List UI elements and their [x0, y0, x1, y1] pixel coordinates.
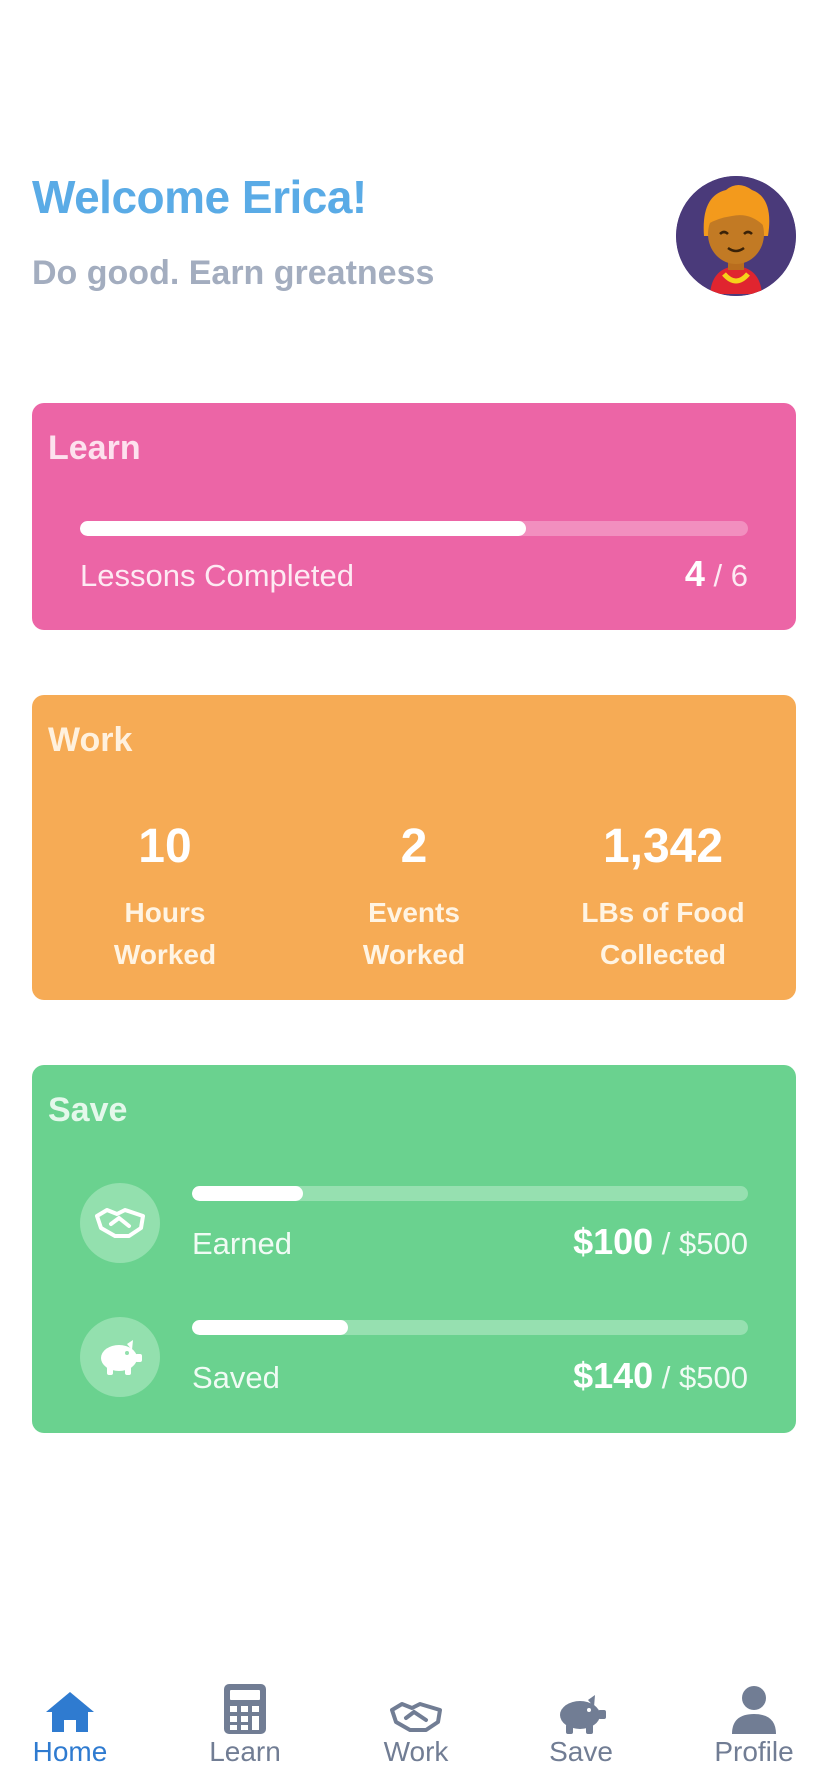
- stat-value: 10: [138, 820, 192, 873]
- saved-progress-bar: [192, 1320, 748, 1335]
- tab-bar: Home Learn Work Save Profile: [0, 1668, 828, 1792]
- lessons-count: 4 / 6: [685, 553, 748, 595]
- handshake-icon: [80, 1183, 160, 1263]
- tab-work[interactable]: Work: [346, 1678, 486, 1768]
- work-card[interactable]: Work 10 Hours Worked 2 Events Worked 1,342…: [32, 695, 796, 1000]
- work-card-title: Work: [48, 721, 133, 759]
- earned-goal: / $500: [661, 1226, 748, 1261]
- stat-label-line1: Hours: [124, 897, 206, 928]
- earned-row: Earned $100 / $500: [80, 1183, 748, 1273]
- earned-amount: $100 / $500: [573, 1221, 748, 1263]
- saved-label: Saved: [192, 1360, 280, 1395]
- tab-label: Home: [32, 1736, 108, 1767]
- save-card-title: Save: [48, 1091, 128, 1129]
- tab-label: Save: [549, 1736, 613, 1767]
- stat-hours: 10 Hours Worked: [55, 819, 275, 976]
- earned-label: Earned: [192, 1226, 292, 1261]
- earned-info: Earned $100 / $500: [192, 1221, 748, 1263]
- user-icon: [684, 1678, 824, 1734]
- saved-goal: / $500: [661, 1360, 748, 1395]
- stat-food: 1,342 LBs of Food Collected: [553, 819, 773, 976]
- tab-learn[interactable]: Learn: [175, 1678, 315, 1768]
- saved-row: Saved $140 / $500: [80, 1317, 748, 1407]
- stat-label-line1: Events: [368, 897, 460, 928]
- stat-events: 2 Events Worked: [304, 819, 524, 976]
- lessons-row: Lessons Completed 4 / 6: [80, 553, 748, 595]
- earned-value: $100: [573, 1221, 654, 1262]
- lessons-completed: 4: [684, 553, 705, 594]
- lessons-total: / 6: [713, 558, 748, 593]
- lessons-progress-bar: [80, 521, 748, 536]
- earned-progress-bar: [192, 1186, 748, 1201]
- stat-label-line2: Collected: [599, 939, 727, 970]
- saved-value: $140: [573, 1355, 654, 1396]
- stat-value: 2: [400, 820, 428, 873]
- tab-label: Learn: [209, 1736, 281, 1767]
- lessons-progress-fill: [80, 521, 526, 536]
- saved-info: Saved $140 / $500: [192, 1355, 748, 1397]
- piggy-bank-icon: [511, 1678, 651, 1734]
- avatar-illustration: [676, 176, 796, 296]
- tab-home[interactable]: Home: [0, 1678, 140, 1768]
- stat-label-line2: Worked: [113, 939, 217, 970]
- saved-amount: $140 / $500: [573, 1355, 748, 1397]
- tab-label: Work: [383, 1736, 449, 1767]
- save-card[interactable]: Save Earned $100 / $500 Saved $140 / $50…: [32, 1065, 796, 1433]
- lessons-label: Lessons Completed: [80, 558, 354, 593]
- calculator-icon: [175, 1678, 315, 1734]
- piggy-bank-icon: [80, 1317, 160, 1397]
- learn-card-title: Learn: [48, 429, 141, 467]
- saved-progress-fill: [192, 1320, 348, 1335]
- stat-label: Events Worked: [304, 892, 524, 976]
- stat-label-line2: Worked: [362, 939, 466, 970]
- stat-label: Hours Worked: [55, 892, 275, 976]
- stat-value: 1,342: [602, 820, 724, 873]
- handshake-icon: [346, 1678, 486, 1734]
- earned-progress-fill: [192, 1186, 304, 1201]
- learn-card[interactable]: Learn Lessons Completed 4 / 6: [32, 403, 796, 630]
- header: Welcome Erica! Do good. Earn greatness: [32, 170, 796, 320]
- stat-label: LBs of Food Collected: [553, 892, 773, 976]
- tab-save[interactable]: Save: [511, 1678, 651, 1768]
- tab-label: Profile: [714, 1736, 794, 1767]
- stat-label-line1: LBs of Food: [581, 897, 745, 928]
- home-icon: [0, 1678, 140, 1734]
- tab-profile[interactable]: Profile: [684, 1678, 824, 1768]
- avatar[interactable]: [676, 176, 796, 296]
